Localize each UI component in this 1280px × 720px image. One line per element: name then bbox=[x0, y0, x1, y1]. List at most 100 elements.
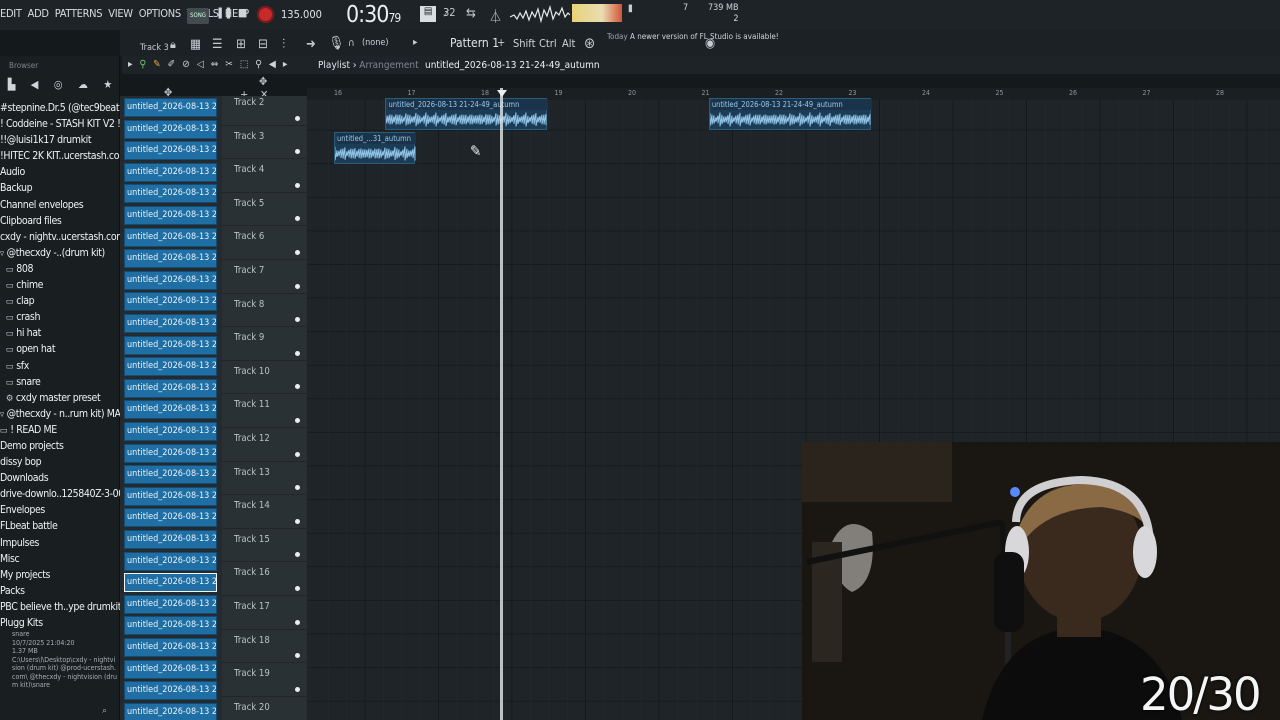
star-icon[interactable]: ★ bbox=[103, 78, 112, 96]
picker-clip-item[interactable]: untitled_2026-08-13 21-... bbox=[124, 594, 217, 614]
headphone-icon[interactable]: ∩ bbox=[348, 38, 355, 49]
picker-clip-item[interactable]: untitled_2026-08-13 21-... bbox=[124, 530, 217, 549]
browser-item[interactable]: ▭ clap bbox=[0, 293, 120, 309]
menu-options[interactable]: OPTIONS bbox=[139, 7, 181, 20]
picker-clip-item[interactable]: untitled_2026-08-13 21-... bbox=[124, 357, 217, 377]
browser-item[interactable]: dissy bop bbox=[0, 454, 120, 470]
browser-item[interactable]: Envelopes bbox=[0, 502, 120, 518]
picker-clip-item[interactable]: untitled_2026-08-13 21-... bbox=[124, 335, 217, 355]
track-mute-led[interactable] bbox=[295, 283, 300, 289]
browser-item[interactable]: ! Coddeine - STASH KIT V2 ! bbox=[0, 116, 120, 132]
track-mute-led[interactable] bbox=[295, 451, 300, 457]
master-volume-icon[interactable]: ▮ bbox=[628, 3, 633, 14]
track-header[interactable]: Track 10 bbox=[222, 361, 307, 395]
picker-clip-item[interactable]: untitled_2026-08-13 21-... bbox=[124, 206, 217, 225]
menu-edit[interactable]: EDIT bbox=[0, 7, 22, 20]
search-icon[interactable]: ⌕ bbox=[102, 706, 107, 716]
browser-item[interactable]: ▿ @thecxdy - n..rum kit) MAC bbox=[0, 406, 120, 422]
mixer-icon[interactable]: ⫶ bbox=[282, 37, 285, 52]
target-icon[interactable]: ◎ bbox=[54, 78, 63, 96]
picker-clip-item[interactable]: untitled_2026-08-13 21-... bbox=[124, 443, 217, 463]
track-mute-led[interactable] bbox=[295, 350, 300, 356]
collapse-icon[interactable]: ▙ bbox=[8, 78, 16, 96]
track-header[interactable]: Track 7 bbox=[222, 260, 307, 294]
picker-clip-item[interactable]: untitled_2026-08-13 21-... bbox=[124, 551, 217, 571]
track-mute-led[interactable] bbox=[295, 518, 300, 524]
browser-item[interactable]: Packs bbox=[0, 583, 120, 599]
picker-clip-item[interactable]: untitled_2026-08-13 21-... bbox=[124, 184, 217, 204]
track-header[interactable]: Track 12 bbox=[222, 428, 307, 462]
news-icon[interactable]: ⊛ bbox=[584, 34, 595, 52]
track-mute-led[interactable] bbox=[295, 417, 300, 423]
track-header[interactable]: Track 20 bbox=[222, 697, 307, 720]
browser-item[interactable]: !HITEC 2K KIT..ucerstash.com bbox=[0, 148, 120, 164]
browser-item[interactable]: ▭ crash bbox=[0, 309, 120, 325]
track-header[interactable]: Track 14 bbox=[222, 495, 307, 529]
playlist-icon[interactable]: ▦ bbox=[190, 37, 201, 52]
picker-clip-item[interactable]: untitled_2026-08-13 21-... bbox=[124, 422, 217, 441]
lock-icon[interactable]: 🔒︎ bbox=[170, 38, 176, 52]
picker-clip-item[interactable]: untitled_2026-08-13 21-... bbox=[124, 681, 217, 701]
picker-clip-item[interactable]: untitled_2026-08-13 21-... bbox=[124, 162, 217, 182]
browser-item[interactable]: ▭ hi hat bbox=[0, 325, 120, 341]
track-header[interactable]: Track 5 bbox=[222, 193, 307, 227]
pattern-mode-icon[interactable]: ▤ bbox=[420, 6, 436, 22]
snap-magnet-icon[interactable]: ⚲ bbox=[140, 59, 147, 70]
loop-record-icon[interactable]: ⇆ bbox=[466, 6, 476, 21]
browser-item[interactable]: My projects bbox=[0, 567, 120, 583]
track-header[interactable]: Track 6 bbox=[222, 226, 307, 260]
add-pattern-icon[interactable]: + bbox=[497, 36, 505, 49]
playback-tool-icon[interactable]: ◀ bbox=[269, 59, 276, 70]
pattern-song-toggle[interactable]: SONG bbox=[187, 8, 209, 24]
slip-tool-icon[interactable]: ⇔ bbox=[211, 59, 219, 70]
browser-item[interactable]: ▿ @thecxdy -..(drum kit) bbox=[0, 245, 120, 261]
browser-item[interactable]: drive-downlo..125840Z-3-001 bbox=[0, 486, 120, 502]
picker-clip-item[interactable]: untitled_2026-08-13 21-... bbox=[124, 227, 217, 247]
track-mute-led[interactable] bbox=[295, 249, 300, 255]
track-header[interactable]: Track 4 bbox=[222, 159, 307, 193]
stop-icon[interactable]: ■ bbox=[238, 6, 247, 19]
browser-item[interactable]: Audio bbox=[0, 164, 120, 180]
track-mute-led[interactable] bbox=[295, 182, 300, 188]
browser-item[interactable]: ▭ sfx bbox=[0, 358, 120, 374]
track-mute-led[interactable] bbox=[295, 384, 300, 390]
typing-keyboard-icon[interactable]: 3̷2 bbox=[443, 6, 456, 19]
play-small-icon[interactable]: ▸ bbox=[413, 37, 418, 48]
delete-tool-icon[interactable]: ⊘ bbox=[182, 59, 190, 70]
picker-clip-item[interactable]: untitled_2026-08-13 21-... bbox=[124, 702, 217, 720]
tempo-display[interactable]: 135.000 bbox=[281, 8, 322, 21]
picker-clip-item[interactable]: untitled_2026-08-13 21-... bbox=[124, 486, 217, 506]
picker-clip-item[interactable]: untitled_2026-08-13 21-... bbox=[124, 573, 217, 593]
track-header[interactable]: Track 18 bbox=[222, 630, 307, 664]
track-header[interactable]: Track 11 bbox=[222, 394, 307, 428]
pattern-selector[interactable]: Pattern 1 bbox=[450, 36, 499, 50]
record-button[interactable] bbox=[257, 6, 274, 23]
browser-item[interactable]: Downloads bbox=[0, 470, 120, 486]
cloud-icon[interactable]: ☁ bbox=[78, 78, 88, 96]
browser-icon[interactable]: ⊟ bbox=[258, 37, 268, 52]
track-header[interactable]: Track 19 bbox=[222, 663, 307, 697]
snap-dropdown[interactable]: (none) bbox=[362, 38, 389, 48]
track-header[interactable]: Track 8 bbox=[222, 294, 307, 328]
track-mute-led[interactable] bbox=[295, 317, 300, 323]
playhead-marker[interactable] bbox=[497, 90, 507, 97]
track-header[interactable]: Track 15 bbox=[222, 529, 307, 563]
track-mute-led[interactable] bbox=[295, 149, 300, 155]
track-mute-led[interactable] bbox=[295, 485, 300, 491]
alt-modifier[interactable]: Alt bbox=[562, 37, 575, 50]
zoom-horizontal-icon[interactable]: ✥ bbox=[259, 75, 267, 88]
menu-add[interactable]: ADD bbox=[28, 7, 49, 20]
audio-clip[interactable]: untitled_...31_autumn bbox=[334, 131, 416, 164]
browser-item[interactable]: #stepnine.Dr.5 (@tec9beat) bbox=[0, 100, 120, 116]
playlist-back-icon[interactable]: ▸ bbox=[283, 59, 288, 70]
track-mute-led[interactable] bbox=[295, 115, 300, 121]
picker-clip-item[interactable]: untitled_2026-08-13 21-... bbox=[124, 98, 217, 117]
picker-clip-item[interactable]: untitled_2026-08-13 21-... bbox=[124, 249, 217, 269]
track-header[interactable]: Track 2 bbox=[222, 92, 307, 126]
browser-item[interactable]: Plugg Kits bbox=[0, 615, 120, 631]
picker-clip-item[interactable]: untitled_2026-08-13 21-... bbox=[124, 465, 217, 485]
browser-item[interactable]: Clipboard files bbox=[0, 213, 120, 229]
picker-clip-item[interactable]: untitled_2026-08-13 21-... bbox=[124, 508, 217, 528]
picker-clip-item[interactable]: untitled_2026-08-13 21-... bbox=[124, 378, 217, 398]
picker-clip-item[interactable]: untitled_2026-08-13 21-... bbox=[124, 314, 217, 333]
